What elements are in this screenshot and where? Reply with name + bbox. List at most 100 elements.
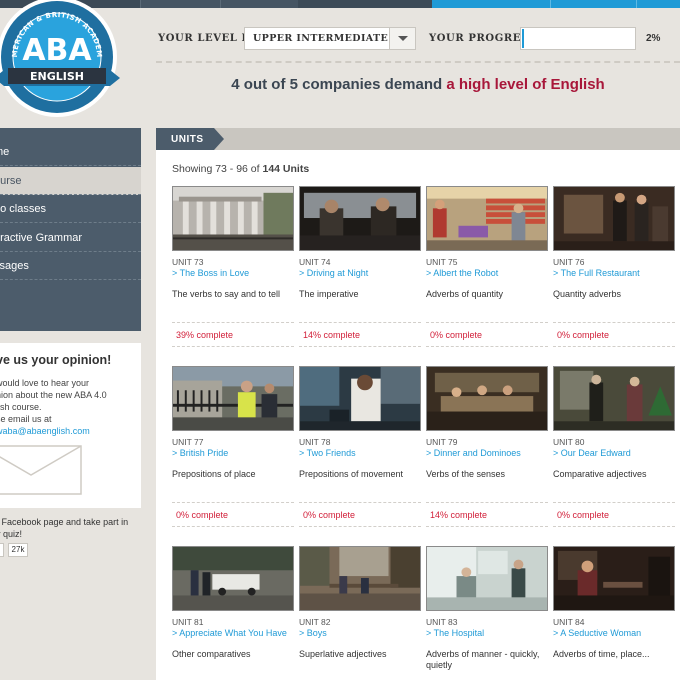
unit-progress: 0% complete (176, 510, 229, 520)
units-tab-arrow (214, 128, 224, 150)
unit-divider (299, 322, 421, 323)
progress-percent: 2% (646, 33, 661, 44)
promo-headline: 4 out of 5 companies demand a high level… (156, 76, 680, 93)
unit-divider (553, 322, 675, 323)
unit-description: Comparative adjectives (553, 469, 647, 479)
unit-thumbnail[interactable] (172, 186, 294, 251)
units-header-bar (156, 128, 680, 150)
top-nav-tab-1[interactable] (140, 0, 220, 8)
unit-thumbnail[interactable] (299, 366, 421, 431)
logo-sub-text: ENGLISH (30, 70, 84, 83)
unit-progress: 0% complete (557, 330, 610, 340)
unit-number: UNIT 82 (299, 617, 331, 627)
opinion-email-link[interactable]: waba@abaenglish.com (0, 425, 136, 437)
sidebar-menu: me ourse eo classes eractive Grammar ssages (0, 128, 141, 331)
showing-total: 144 Units (262, 163, 310, 175)
unit-thumbnail[interactable] (426, 366, 548, 431)
facebook-line: r Facebook page and take part in (0, 517, 129, 527)
unit-thumbnail[interactable] (553, 366, 675, 431)
sidebar-item-label: me (0, 146, 10, 158)
unit-title-link[interactable]: > The Boss in Love (172, 268, 298, 278)
unit-divider (172, 526, 294, 527)
top-nav-tab-4[interactable] (550, 0, 636, 8)
unit-divider (426, 526, 548, 527)
unit-number: UNIT 78 (299, 437, 331, 447)
unit-title-link[interactable]: > Albert the Robot (426, 268, 552, 278)
unit-number: UNIT 79 (426, 437, 458, 447)
sidebar-item[interactable]: ssages (0, 252, 141, 280)
unit-progress: 0% complete (430, 330, 483, 340)
opinion-line: se email us at (0, 414, 52, 424)
top-nav-tab-3[interactable] (432, 0, 550, 8)
sidebar-item-label: ourse (0, 174, 22, 187)
unit-title-link[interactable]: > British Pride (172, 448, 298, 458)
unit-number: UNIT 75 (426, 257, 458, 267)
facebook-text: r Facebook page and take part in y quiz! (0, 516, 141, 540)
unit-divider (172, 346, 294, 347)
unit-number: UNIT 73 (172, 257, 204, 267)
unit-description: The verbs to say and to tell (172, 289, 281, 299)
showing-prefix: Showing 73 - 96 of (172, 163, 263, 175)
unit-description: The imperative (299, 289, 359, 299)
unit-divider (172, 502, 294, 503)
unit-number: UNIT 84 (553, 617, 585, 627)
unit-description: Quantity adverbs (553, 289, 622, 299)
unit-title-link[interactable]: > A Seductive Woman (553, 628, 679, 638)
unit-divider (553, 502, 675, 503)
unit-thumbnail[interactable] (426, 186, 548, 251)
progress-bar-fill (522, 29, 525, 48)
unit-thumbnail[interactable] (172, 366, 294, 431)
unit-progress: 0% complete (303, 510, 356, 520)
unit-progress: 0% complete (557, 510, 610, 520)
level-select[interactable]: UPPER INTERMEDIATE (244, 27, 416, 50)
unit-description: Superlative adjectives (299, 649, 387, 659)
unit-number: UNIT 77 (172, 437, 204, 447)
unit-divider (426, 322, 548, 323)
unit-title-link[interactable]: > The Full Restaurant (553, 268, 679, 278)
unit-divider (172, 322, 294, 323)
unit-description: Prepositions of movement (299, 469, 404, 479)
unit-divider (553, 346, 675, 347)
opinion-title: ve us your opinion! (0, 353, 112, 367)
unit-thumbnail[interactable] (299, 186, 421, 251)
progress-bar (520, 27, 636, 50)
opinion-text: would love to hear your nion about the n… (0, 377, 136, 437)
facebook-line: y quiz! (0, 529, 23, 539)
unit-title-link[interactable]: > Boys (299, 628, 425, 638)
facebook-like-button[interactable] (0, 543, 4, 557)
logo-main-text: ABA (22, 33, 92, 68)
unit-number: UNIT 76 (553, 257, 585, 267)
unit-description: Adverbs of time, place... (553, 649, 650, 659)
unit-divider (299, 526, 421, 527)
top-nav-tab-5[interactable] (636, 0, 680, 8)
aba-english-logo[interactable]: AMERICAN & BRITISH ACADEMY ABA ENGLISH (0, 0, 120, 120)
sidebar-item[interactable]: ourse (0, 166, 141, 195)
sidebar-item[interactable]: eractive Grammar (0, 224, 141, 252)
unit-thumbnail[interactable] (426, 546, 548, 611)
unit-thumbnail[interactable] (553, 186, 675, 251)
unit-progress: 39% complete (176, 330, 234, 340)
level-select-dropdown-button[interactable] (389, 28, 415, 49)
chevron-down-icon (398, 36, 408, 41)
unit-thumbnail[interactable] (299, 546, 421, 611)
unit-title-link[interactable]: > Driving at Night (299, 268, 425, 278)
sidebar-item[interactable]: eo classes (0, 195, 141, 223)
unit-title-link[interactable]: > The Hospital (426, 628, 552, 638)
unit-number: UNIT 83 (426, 617, 458, 627)
sidebar-item[interactable]: me (0, 138, 141, 166)
unit-title-link[interactable]: > Appreciate What You Have (172, 628, 298, 638)
unit-thumbnail[interactable] (553, 546, 675, 611)
promo-headline-prefix: 4 out of 5 companies demand (231, 76, 447, 93)
sidebar-item-label: eo classes (0, 203, 46, 215)
header-divider (156, 61, 680, 63)
unit-description: Adverbs of quantity (426, 289, 504, 299)
unit-title-link[interactable]: > Two Friends (299, 448, 425, 458)
units-tab: UNITS (156, 128, 214, 150)
top-nav-tab-2[interactable] (220, 0, 298, 8)
envelope-icon[interactable] (0, 445, 82, 495)
unit-title-link[interactable]: > Our Dear Edward (553, 448, 679, 458)
unit-number: UNIT 74 (299, 257, 331, 267)
unit-title-link[interactable]: > Dinner and Dominoes (426, 448, 552, 458)
unit-description: Other comparatives (172, 649, 251, 659)
unit-thumbnail[interactable] (172, 546, 294, 611)
